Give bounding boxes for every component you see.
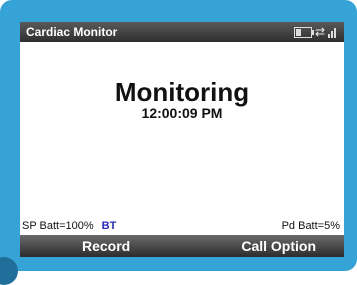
monitor-status: Monitoring 12:00:09 PM bbox=[20, 77, 344, 121]
status-icons: ⇄ bbox=[293, 25, 336, 39]
frame-corner-dot bbox=[0, 257, 18, 285]
softkey-bar: Record Call Option bbox=[20, 235, 344, 257]
monitoring-heading: Monitoring bbox=[114, 77, 250, 107]
connection-icon: ⇄ bbox=[314, 25, 325, 39]
battery-status-row: SP Batt=100% BT Pd Batt=5% bbox=[20, 220, 344, 234]
device-frame: Cardiac Monitor ⇄ Monitoring 12:00:09 PM… bbox=[0, 0, 357, 285]
phone-screen: Cardiac Monitor ⇄ Monitoring 12:00:09 PM… bbox=[20, 22, 344, 257]
sp-status: SP Batt=100% BT bbox=[22, 220, 116, 232]
bluetooth-label: BT bbox=[101, 220, 117, 232]
sp-battery-text: SP Batt=100% bbox=[22, 220, 94, 232]
signal-icon bbox=[328, 26, 336, 38]
record-softkey[interactable]: Record bbox=[82, 238, 130, 254]
battery-icon bbox=[293, 26, 314, 38]
clock-time: 12:00:09 PM bbox=[141, 105, 223, 121]
call-option-softkey[interactable]: Call Option bbox=[241, 238, 316, 254]
pd-battery-text: Pd Batt=5% bbox=[281, 220, 340, 232]
app-title: Cardiac Monitor bbox=[26, 25, 118, 39]
title-bar: Cardiac Monitor ⇄ bbox=[20, 22, 344, 42]
